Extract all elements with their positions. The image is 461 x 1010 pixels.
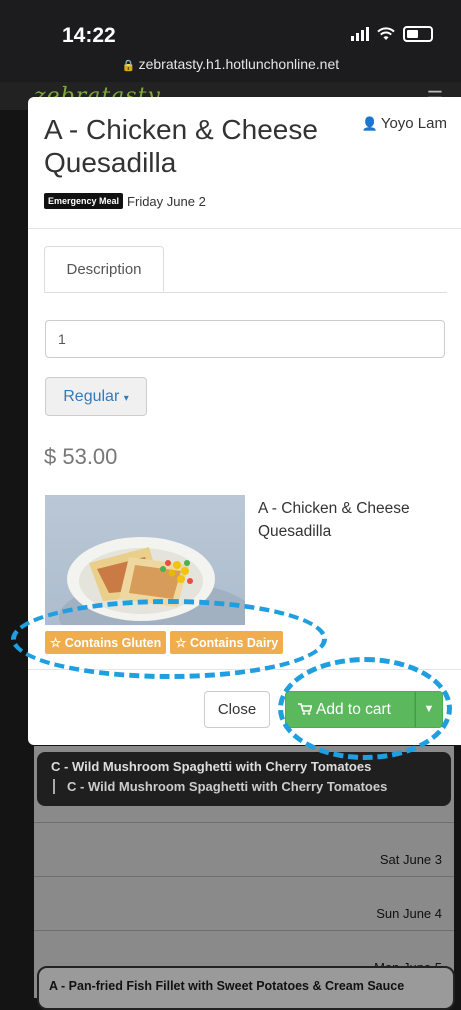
food-image — [45, 495, 245, 625]
caret-down-icon: ▾ — [123, 393, 129, 404]
item-date: Friday June 2 — [127, 193, 206, 209]
item-modal: A - Chicken & Cheese Quesadilla 👤 Yoyo La… — [28, 97, 461, 745]
allergen-badge-gluten: ☆ Contains Gluten — [45, 631, 167, 654]
user-icon: 👤 — [361, 116, 378, 131]
divider — [28, 228, 461, 229]
status-bar: 14:22 🔒 zebratasty.h1.hotlunchonline.net — [0, 0, 461, 82]
variant-label: Regular — [63, 388, 120, 405]
tab-bar: Description — [44, 246, 447, 293]
menu-card[interactable]: A - Pan-fried Fish Fillet with Sweet Pot… — [37, 966, 455, 1010]
star-icon: ☆ — [175, 636, 187, 650]
allergen-label: Contains Dairy — [189, 636, 279, 650]
add-to-cart-label: Add to cart — [316, 701, 391, 718]
day-row: Sun June 4 — [34, 876, 454, 931]
user-name: 👤 Yoyo Lam — [362, 115, 447, 132]
add-to-cart-dropdown[interactable]: ▼ — [415, 691, 443, 728]
wifi-icon — [377, 27, 395, 40]
address-bar[interactable]: 🔒 zebratasty.h1.hotlunchonline.net — [0, 56, 461, 72]
user-name-text: Yoyo Lam — [380, 115, 447, 132]
meal-type-badge: Emergency Meal — [44, 193, 124, 209]
quantity-input[interactable] — [45, 320, 445, 358]
clock: 14:22 — [62, 24, 116, 47]
menu-card-item: C - Wild Mushroom Spaghetti with Cherry … — [53, 779, 387, 794]
url-text: zebratasty.h1.hotlunchonline.net — [138, 56, 340, 72]
add-to-cart-button[interactable]: Add to cart — [285, 691, 415, 728]
variant-dropdown[interactable]: Regular ▾ — [45, 377, 147, 416]
lock-icon: 🔒 — [121, 60, 136, 72]
star-icon: ☆ — [50, 636, 62, 650]
status-icons — [351, 26, 433, 42]
item-title: A - Chicken & Cheese Quesadilla — [44, 114, 318, 178]
day-row: Sat June 3 — [34, 822, 454, 877]
caret-down-icon: ▼ — [423, 703, 435, 715]
item-price: $ 53.00 — [44, 444, 118, 469]
day-label: Sat June 3 — [379, 852, 442, 867]
day-label: Sun June 4 — [376, 906, 442, 921]
item-name: A - Chicken & Cheese Quesadilla — [258, 500, 410, 540]
allergen-badges: ☆ Contains Gluten ☆ Contains Dairy — [45, 631, 284, 654]
close-button[interactable]: Close — [204, 691, 270, 728]
allergen-badge-dairy: ☆ Contains Dairy — [170, 631, 284, 654]
cart-icon — [298, 703, 313, 715]
tab-description[interactable]: Description — [44, 246, 164, 292]
menu-card-title: C - Wild Mushroom Spaghetti with Cherry … — [51, 759, 372, 774]
battery-icon — [403, 26, 433, 42]
modal-footer: Close Add to cart ▼ — [28, 669, 461, 745]
signal-icon — [351, 27, 369, 41]
allergen-label: Contains Gluten — [64, 636, 162, 650]
item-meta: Emergency Meal Friday June 2 — [44, 193, 206, 209]
menu-card-title: A - Pan-fried Fish Fillet with Sweet Pot… — [49, 979, 405, 993]
menu-card[interactable]: C - Wild Mushroom Spaghetti with Cherry … — [37, 752, 451, 806]
